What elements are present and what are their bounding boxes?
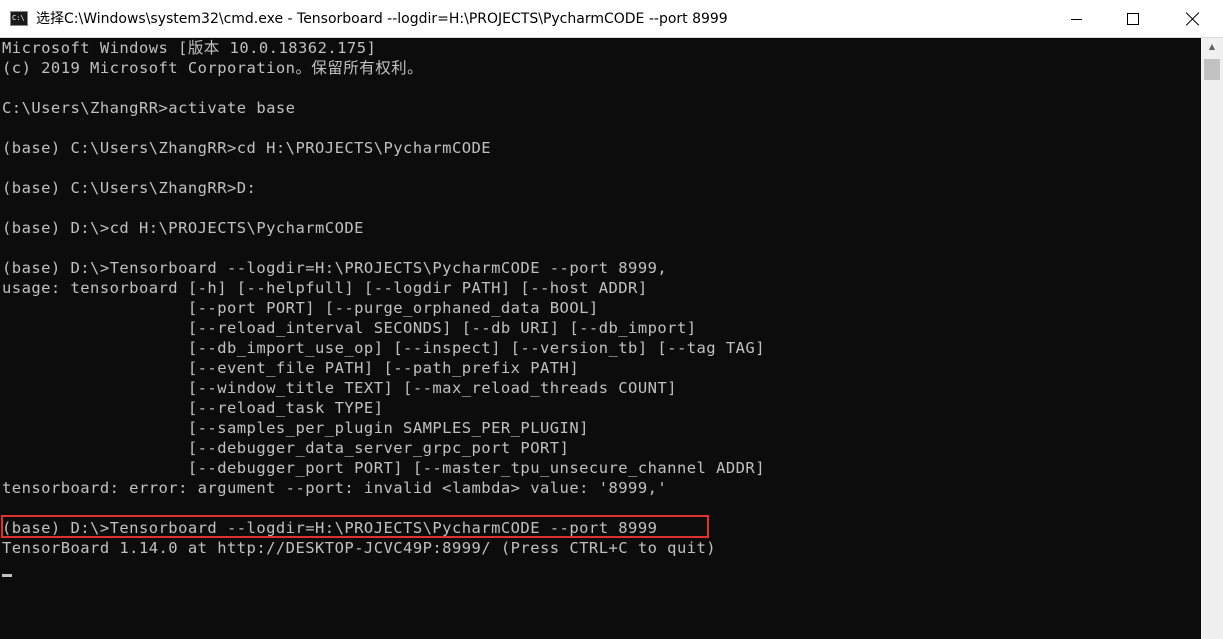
console-line: (c) 2019 Microsoft Corporation。保留所有权利。	[2, 59, 424, 77]
console-line: [--window_title TEXT] [--max_reload_thre…	[2, 379, 677, 397]
console-line: C:\Users\ZhangRR>activate base	[2, 99, 296, 117]
maximize-icon	[1127, 13, 1139, 25]
console-line: [--db_import_use_op] [--inspect] [--vers…	[2, 339, 765, 357]
console-line: [--debugger_port PORT] [--master_tpu_uns…	[2, 459, 765, 477]
scrollbar-thumb[interactable]	[1204, 59, 1220, 80]
console-line: usage: tensorboard [-h] [--helpfull] [--…	[2, 279, 648, 297]
console-line: (base) D:\>Tensorboard --logdir=H:\PROJE…	[2, 259, 668, 277]
console-line: [--port PORT] [--purge_orphaned_data BOO…	[2, 299, 599, 317]
console-line: [--samples_per_plugin SAMPLES_PER_PLUGIN…	[2, 419, 589, 437]
maximize-button[interactable]	[1106, 0, 1160, 38]
console-line: [--reload_interval SECONDS] [--db URI] […	[2, 319, 697, 337]
highlight-box	[1, 515, 709, 538]
console-line: [--event_file PATH] [--path_prefix PATH]	[2, 359, 580, 377]
text-cursor	[2, 574, 12, 577]
close-button[interactable]	[1163, 0, 1223, 38]
console-output[interactable]: TensorBoard 1.14.0 at http://DESKTOP-JCV…	[0, 38, 1201, 639]
console-line: tensorboard: error: argument --port: inv…	[2, 479, 668, 497]
console-line: (base) C:\Users\ZhangRR>cd H:\PROJECTS\P…	[2, 139, 492, 157]
scroll-up-arrow-icon[interactable]: ▲	[1201, 38, 1223, 55]
console-line: (base) D:\>cd H:\PROJECTS\PycharmCODE	[2, 219, 364, 237]
window-title: 选择C:\Windows\system32\cmd.exe - Tensorbo…	[36, 11, 728, 27]
vertical-scrollbar[interactable]: ▲	[1201, 38, 1223, 639]
minimize-icon	[1070, 18, 1082, 20]
cmd-app-icon[interactable]: C:\	[10, 11, 28, 26]
close-icon	[1186, 12, 1200, 26]
minimize-button[interactable]	[1049, 0, 1103, 38]
console-line: (base) C:\Users\ZhangRR>D:	[2, 179, 257, 197]
console-line: TensorBoard 1.14.0 at http://DESKTOP-JCV…	[2, 539, 717, 557]
title-bar[interactable]: C:\ 选择C:\Windows\system32\cmd.exe - Tens…	[0, 0, 1223, 38]
console-line: Microsoft Windows [版本 10.0.18362.175]	[2, 39, 377, 57]
console-line: [--reload_task TYPE]	[2, 399, 384, 417]
console-line: [--debugger_data_server_grpc_port PORT]	[2, 439, 570, 457]
